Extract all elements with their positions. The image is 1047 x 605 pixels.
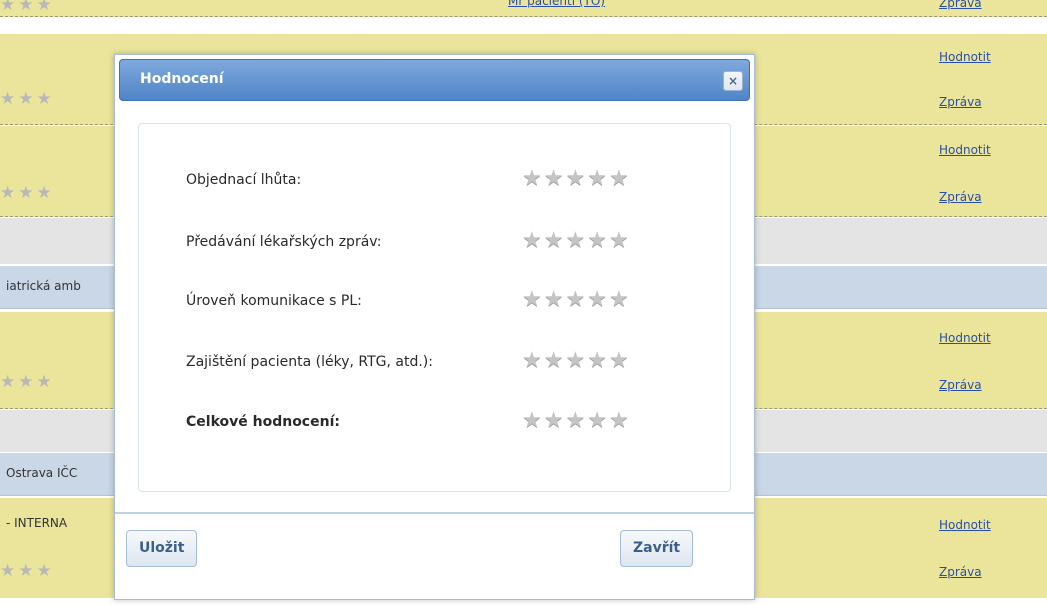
report-link[interactable]: Zpráva xyxy=(939,565,982,579)
rate-link[interactable]: Hodnotit xyxy=(939,518,991,532)
star-rating-icon: ★★★ xyxy=(0,0,55,15)
star-icon[interactable]: ★ xyxy=(565,408,587,433)
star-icon[interactable]: ★ xyxy=(544,408,566,433)
section-label: - INTERNA xyxy=(6,516,68,530)
star-icon[interactable]: ★ xyxy=(522,408,544,433)
patients-link[interactable]: Mr pacienti (TO) xyxy=(508,0,605,8)
star-rating-icon: ★★★ xyxy=(0,89,55,109)
report-link[interactable]: Zpráva xyxy=(939,190,982,204)
star-rating-icon: ★★★ xyxy=(0,183,55,203)
star-icon[interactable]: ★ xyxy=(522,348,544,373)
bg-row-top: ★★★ Mr pacienti (TO) xyxy=(0,0,1047,17)
rating-row-report-delivery: Předávání lékařských zpráv: ★★★★★ xyxy=(186,228,746,258)
rating-label: Objednací lhůta: xyxy=(186,172,302,188)
star-icon[interactable]: ★ xyxy=(544,287,566,312)
dialog-titlebar[interactable]: Hodnocení × xyxy=(119,59,750,101)
star-icon[interactable]: ★ xyxy=(587,287,609,312)
rating-dialog: Hodnocení × Objednací lhůta: ★★★★★ Předá… xyxy=(114,54,755,600)
star-icon[interactable]: ★ xyxy=(609,228,631,253)
dialog-title: Hodnocení xyxy=(140,71,224,87)
rate-link[interactable]: Hodnotit xyxy=(939,50,991,64)
star-icon[interactable]: ★ xyxy=(544,348,566,373)
star-rating-icon: ★★★ xyxy=(0,561,55,581)
rating-label: Zajištění pacienta (léky, RTG, atd.): xyxy=(186,354,433,370)
report-link[interactable]: Zpráva xyxy=(939,0,982,10)
star-rating: ★★★★★ xyxy=(522,408,631,433)
star-icon[interactable]: ★ xyxy=(587,166,609,191)
report-link[interactable]: Zpráva xyxy=(939,95,982,109)
star-rating: ★★★★★ xyxy=(522,287,631,312)
star-icon[interactable]: ★ xyxy=(522,228,544,253)
rating-row-patient-provision: Zajištění pacienta (léky, RTG, atd.): ★★… xyxy=(186,348,746,378)
star-icon[interactable]: ★ xyxy=(565,287,587,312)
star-icon[interactable]: ★ xyxy=(565,228,587,253)
star-icon[interactable]: ★ xyxy=(609,408,631,433)
rating-row-communication: Úroveň komunikace s PL: ★★★★★ xyxy=(186,287,746,317)
rate-link[interactable]: Hodnotit xyxy=(939,143,991,157)
rate-link[interactable]: Hodnotit xyxy=(939,331,991,345)
star-rating: ★★★★★ xyxy=(522,348,631,373)
star-icon[interactable]: ★ xyxy=(544,166,566,191)
star-icon[interactable]: ★ xyxy=(522,166,544,191)
star-icon[interactable]: ★ xyxy=(522,287,544,312)
star-icon[interactable]: ★ xyxy=(544,228,566,253)
save-button[interactable]: Uložit xyxy=(126,530,198,567)
star-rating-icon: ★★★ xyxy=(0,372,55,392)
star-rating: ★★★★★ xyxy=(522,166,631,191)
star-icon[interactable]: ★ xyxy=(609,287,631,312)
star-icon[interactable]: ★ xyxy=(587,228,609,253)
rating-label: Předávání lékařských zpráv: xyxy=(186,234,382,250)
report-link[interactable]: Zpráva xyxy=(939,378,982,392)
rating-row-overall: Celkové hodnocení: ★★★★★ xyxy=(186,408,746,438)
star-icon[interactable]: ★ xyxy=(565,166,587,191)
section-label: Ostrava IČC xyxy=(6,466,78,480)
star-icon[interactable]: ★ xyxy=(587,408,609,433)
rating-panel: Objednací lhůta: ★★★★★ Předávání lékařsk… xyxy=(138,123,731,492)
star-icon[interactable]: ★ xyxy=(609,166,631,191)
dialog-footer-divider xyxy=(115,512,754,514)
star-icon[interactable]: ★ xyxy=(587,348,609,373)
rating-label: Úroveň komunikace s PL: xyxy=(186,293,362,309)
section-label: iatrická amb xyxy=(6,279,81,293)
star-icon[interactable]: ★ xyxy=(565,348,587,373)
star-icon[interactable]: ★ xyxy=(609,348,631,373)
star-rating: ★★★★★ xyxy=(522,228,631,253)
rating-row-appointment-lead-time: Objednací lhůta: ★★★★★ xyxy=(186,166,746,196)
rating-label: Celkové hodnocení: xyxy=(186,414,340,430)
close-icon[interactable]: × xyxy=(723,71,743,91)
close-button[interactable]: Zavřít xyxy=(620,530,694,567)
